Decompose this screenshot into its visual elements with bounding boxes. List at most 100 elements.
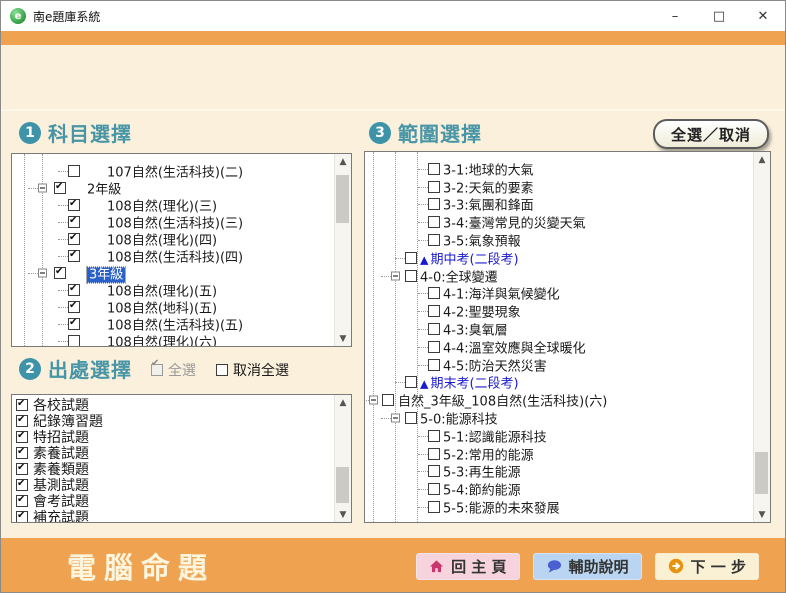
tree-item[interactable]: 4-3:臭氧層 xyxy=(365,320,754,338)
range-tree-scrollbar[interactable]: ▲ ▼ xyxy=(753,152,770,522)
scrollbar-thumb[interactable] xyxy=(755,452,768,494)
tree-item[interactable]: 108自然(理化)(四) xyxy=(12,230,335,247)
scroll-down-icon[interactable]: ▼ xyxy=(754,507,770,522)
source-item-checkbox[interactable] xyxy=(16,447,28,459)
tree-item[interactable]: 108自然(地科)(五) xyxy=(12,298,335,315)
scroll-down-icon[interactable]: ▼ xyxy=(335,331,351,346)
select-all-option[interactable]: 全選 xyxy=(151,360,196,380)
tree-item-checkbox[interactable] xyxy=(68,335,80,347)
tree-item[interactable]: 5-2:常用的能源 xyxy=(365,445,754,463)
tree-item[interactable]: 4-2:聖嬰現象 xyxy=(365,302,754,320)
tree-item-checkbox[interactable] xyxy=(428,323,440,335)
tree-item[interactable]: 4-4:溫室效應與全球暖化 xyxy=(365,338,754,356)
tree-item-checkbox[interactable] xyxy=(68,165,80,177)
deselect-all-option[interactable]: 取消全選 xyxy=(216,360,289,380)
source-item-checkbox[interactable] xyxy=(16,479,28,491)
source-item-checkbox[interactable] xyxy=(16,399,28,411)
scrollbar-thumb[interactable] xyxy=(336,175,349,223)
tree-item[interactable]: 4-1:海洋與氣候變化 xyxy=(365,285,754,303)
tree-item-checkbox[interactable] xyxy=(405,376,417,388)
tree-item[interactable]: 3年級 xyxy=(12,264,335,281)
tree-item[interactable]: 5-0:能源科技 xyxy=(365,409,754,427)
source-item-checkbox[interactable] xyxy=(16,495,28,507)
tree-item[interactable]: 107自然(生活科技)(二) xyxy=(12,162,335,179)
tree-item[interactable]: 108自然(生活科技)(三) xyxy=(12,213,335,230)
tree-item-checkbox[interactable] xyxy=(428,430,440,442)
select-all-checkbox[interactable] xyxy=(151,364,163,376)
tree-item[interactable]: 2年級 xyxy=(12,179,335,196)
tree-item-checkbox[interactable] xyxy=(428,465,440,477)
expander-minus-icon[interactable] xyxy=(38,183,47,192)
tree-item[interactable]: ▲期中考(二段考) xyxy=(365,249,754,267)
scroll-up-icon[interactable]: ▲ xyxy=(335,154,351,169)
tree-item-checkbox[interactable] xyxy=(54,182,66,194)
tree-item-checkbox[interactable] xyxy=(428,483,440,495)
tree-item-checkbox[interactable] xyxy=(68,301,80,313)
tree-item-checkbox[interactable] xyxy=(428,198,440,210)
tree-item-checkbox[interactable] xyxy=(382,394,394,406)
tree-item-checkbox[interactable] xyxy=(54,267,66,279)
tree-item-checkbox[interactable] xyxy=(428,305,440,317)
deselect-all-checkbox[interactable] xyxy=(216,364,228,376)
minimize-button[interactable]: – xyxy=(653,1,697,31)
tree-item[interactable]: 5-1:認識能源科技 xyxy=(365,427,754,445)
tree-item-checkbox[interactable] xyxy=(428,359,440,371)
maximize-button[interactable]: □ xyxy=(697,1,741,31)
tree-item[interactable]: 3-4:臺灣常見的災變天氣 xyxy=(365,213,754,231)
tree-item[interactable]: 108自然(生活科技)(五) xyxy=(12,315,335,332)
tree-item-checkbox[interactable] xyxy=(68,318,80,330)
tree-item[interactable]: 3-5:氣象預報 xyxy=(365,231,754,249)
tree-item[interactable]: 4-0:全球變遷 xyxy=(365,267,754,285)
source-item-checkbox[interactable] xyxy=(16,511,28,523)
next-step-button[interactable]: 下 一 步 xyxy=(655,553,759,580)
tree-item-checkbox[interactable] xyxy=(428,287,440,299)
tree-item[interactable]: 3-2:天氣的要素 xyxy=(365,178,754,196)
tree-item[interactable]: 3-3:氣團和鋒面 xyxy=(365,196,754,214)
tree-item[interactable]: ▲期末考(二段考) xyxy=(365,374,754,392)
tree-item[interactable]: 108自然(理化)(三) xyxy=(12,196,335,213)
scroll-down-icon[interactable]: ▼ xyxy=(335,507,351,522)
tree-item-checkbox[interactable] xyxy=(428,234,440,246)
tree-item-checkbox[interactable] xyxy=(428,216,440,228)
scrollbar-thumb[interactable] xyxy=(336,467,349,503)
tree-item-checkbox[interactable] xyxy=(68,199,80,211)
source-item-checkbox[interactable] xyxy=(16,431,28,443)
help-button[interactable]: 輔助說明 xyxy=(533,553,642,580)
tree-item-checkbox[interactable] xyxy=(428,163,440,175)
tree-item-checkbox[interactable] xyxy=(428,341,440,353)
tree-item-label: 4-0:全球變遷 xyxy=(420,266,498,285)
tree-item-checkbox[interactable] xyxy=(405,252,417,264)
expander-minus-icon[interactable] xyxy=(391,271,400,280)
tree-item-checkbox[interactable] xyxy=(68,216,80,228)
close-button[interactable]: ✕ xyxy=(741,1,785,31)
tree-item-checkbox[interactable] xyxy=(428,448,440,460)
tree-item-checkbox[interactable] xyxy=(405,270,417,282)
tree-item[interactable]: 5-5:能源的未來發展 xyxy=(365,498,754,516)
tree-item[interactable]: 自然_3年級_108自然(生活科技)(六) xyxy=(365,391,754,409)
source-list-scrollbar[interactable]: ▲ ▼ xyxy=(334,395,351,522)
expander-minus-icon[interactable] xyxy=(38,268,47,277)
tree-item[interactable]: 108自然(理化)(六) xyxy=(12,332,335,347)
source-item-checkbox[interactable] xyxy=(16,415,28,427)
tree-item[interactable]: 5-3:再生能源 xyxy=(365,463,754,481)
scroll-up-icon[interactable]: ▲ xyxy=(754,152,770,167)
tree-item-checkbox[interactable] xyxy=(68,233,80,245)
expander-minus-icon[interactable] xyxy=(369,396,378,405)
tree-item-checkbox[interactable] xyxy=(68,250,80,262)
tree-item[interactable]: 108自然(理化)(五) xyxy=(12,281,335,298)
tree-item[interactable]: 3-1:地球的大氣 xyxy=(365,160,754,178)
tree-item-checkbox[interactable] xyxy=(405,412,417,424)
expander-minus-icon[interactable] xyxy=(391,414,400,423)
subject-tree-scrollbar[interactable]: ▲ ▼ xyxy=(334,154,351,346)
select-toggle-button[interactable]: 全選／取消 xyxy=(653,119,769,149)
tree-item-checkbox[interactable] xyxy=(68,284,80,296)
scroll-up-icon[interactable]: ▲ xyxy=(335,395,351,410)
tree-item[interactable]: 108自然(生活科技)(四) xyxy=(12,247,335,264)
tree-item-checkbox[interactable] xyxy=(428,501,440,513)
tree-item[interactable]: 4-5:防治天然災害 xyxy=(365,356,754,374)
source-item[interactable]: 補充試題 xyxy=(12,509,335,523)
tree-item-checkbox[interactable] xyxy=(428,181,440,193)
tree-item[interactable]: 5-4:節約能源 xyxy=(365,480,754,498)
home-button[interactable]: 回 主 頁 xyxy=(416,553,519,580)
source-item-checkbox[interactable] xyxy=(16,463,28,475)
